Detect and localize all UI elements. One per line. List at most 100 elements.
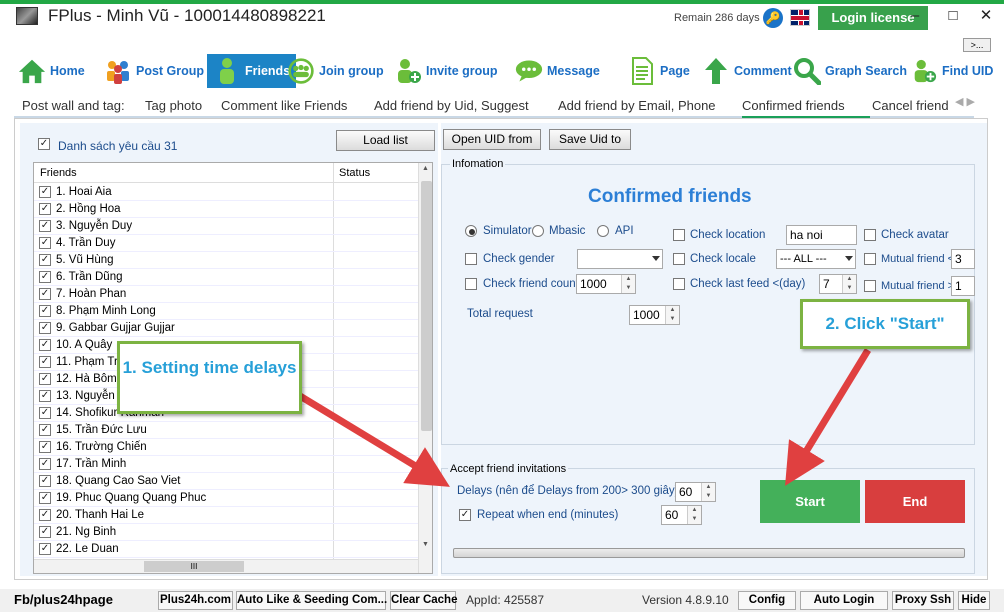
col-status-header[interactable]: Status (339, 167, 370, 179)
check-locale-checkbox[interactable] (673, 253, 685, 265)
friend-checkbox[interactable]: ✓ (39, 288, 51, 300)
vertical-scrollbar[interactable]: ▲ ▼ (418, 163, 432, 573)
friend-checkbox[interactable]: ✓ (39, 441, 51, 453)
mutual-lt-input[interactable]: 3 (951, 249, 975, 269)
friend-checkbox[interactable]: ✓ (39, 356, 51, 368)
friend-checkbox[interactable]: ✓ (39, 543, 51, 555)
simulator-radio[interactable] (465, 225, 477, 237)
locale-select[interactable]: --- ALL --- (776, 249, 856, 269)
tab-comment-like[interactable]: Comment like Friends (221, 98, 347, 113)
scroll-up-icon[interactable]: ▲ (422, 165, 429, 172)
table-row[interactable]: ✓ 21. Ng Binh (34, 524, 418, 541)
minimize-button[interactable]: – (904, 6, 926, 28)
check-gender-checkbox[interactable] (465, 253, 477, 265)
spin-arrows-icon[interactable]: ▲ ▼ (665, 306, 679, 324)
hide-button[interactable]: Hide (958, 591, 990, 610)
auto-like-button[interactable]: Auto Like & Seeding Com... (236, 591, 387, 610)
nav-invite-group[interactable]: Invite group (394, 54, 498, 88)
tab-add-friend-uid[interactable]: Add friend by Uid, Suggest (374, 98, 529, 113)
proxy-ssh-button[interactable]: Proxy Ssh (892, 591, 954, 610)
table-row[interactable]: ✓ 20. Thanh Hai Le (34, 507, 418, 524)
repeat-checkbox[interactable]: ✓ (459, 509, 471, 521)
total-request-stepper[interactable]: 1000 ▲ ▼ (629, 305, 680, 325)
friend-checkbox[interactable]: ✓ (39, 492, 51, 504)
tab-add-friend-email[interactable]: Add friend by Email, Phone (558, 98, 716, 113)
table-row[interactable]: ✓ 7. Hoàn Phan (34, 286, 418, 303)
end-button[interactable]: End (865, 480, 965, 523)
nav-join-group[interactable]: Join group (287, 54, 384, 88)
friend-checkbox[interactable]: ✓ (39, 203, 51, 215)
delays-stepper[interactable]: 60 ▲ ▼ (675, 482, 716, 502)
check-avatar-checkbox[interactable] (864, 229, 876, 241)
scroll-down-icon[interactable]: ▼ (422, 541, 429, 548)
friend-checkbox[interactable]: ✓ (39, 373, 51, 385)
load-list-button[interactable]: Load list (336, 130, 435, 151)
friend-checkbox[interactable]: ✓ (39, 220, 51, 232)
table-row[interactable]: ✓ 3. Nguyễn Duy (34, 218, 418, 235)
hscroll-thumb[interactable]: III (144, 561, 244, 572)
plus24h-button[interactable]: Plus24h.com (158, 591, 233, 610)
config-button[interactable]: Config (738, 591, 796, 610)
table-row[interactable]: ✓ 18. Quang Cao Sao Viet (34, 473, 418, 490)
horizontal-scrollbar[interactable]: III (34, 559, 418, 573)
facebook-page-link[interactable]: Fb/plus24hpage (14, 592, 113, 607)
clear-cache-button[interactable]: Clear Cache (390, 591, 457, 610)
tab-tag-photo[interactable]: Tag photo (145, 98, 202, 113)
nav-graph-search[interactable]: Graph Search (793, 54, 907, 88)
api-radio[interactable] (597, 225, 609, 237)
friend-checkbox[interactable]: ✓ (39, 458, 51, 470)
friend-checkbox[interactable]: ✓ (39, 271, 51, 283)
check-location-checkbox[interactable] (673, 229, 685, 241)
mutual-gt-checkbox[interactable] (864, 280, 876, 292)
open-uid-button[interactable]: Open UID from (443, 129, 541, 150)
tab-confirmed-friends[interactable]: Confirmed friends (742, 98, 870, 119)
repeat-stepper[interactable]: 60 ▲ ▼ (661, 505, 702, 525)
mbasic-radio[interactable] (532, 225, 544, 237)
mutual-gt-input[interactable]: 1 (951, 276, 975, 296)
more-button[interactable]: >... (963, 38, 991, 52)
spin-arrows-icon[interactable]: ▲ ▼ (621, 275, 635, 293)
scroll-thumb[interactable] (421, 181, 432, 431)
nav-page[interactable]: Page (628, 54, 690, 88)
friend-checkbox[interactable]: ✓ (39, 322, 51, 334)
friend-checkbox[interactable]: ✓ (39, 407, 51, 419)
last-feed-stepper[interactable]: 7 ▲ ▼ (819, 274, 857, 294)
friend-checkbox[interactable]: ✓ (39, 509, 51, 521)
friend-checkbox[interactable]: ✓ (39, 424, 51, 436)
table-row[interactable]: ✓ 1. Hoai Aia (34, 184, 418, 201)
table-row[interactable]: ✓ 2. Hồng Hoa (34, 201, 418, 218)
uk-flag-icon[interactable] (790, 9, 810, 26)
tab-scroll-arrows[interactable]: ◀ ▶ (955, 95, 975, 108)
friend-checkbox[interactable]: ✓ (39, 526, 51, 538)
key-icon[interactable]: 🔑 (763, 8, 783, 28)
nav-home[interactable]: Home (18, 54, 85, 88)
table-row[interactable]: ✓ 8. Phạm Minh Long (34, 303, 418, 320)
nav-comment[interactable]: Comment (702, 54, 792, 88)
col-friends-header[interactable]: Friends (40, 167, 77, 179)
nav-friends[interactable]: Friends (207, 54, 297, 88)
nav-post-group[interactable]: Post Group (104, 54, 204, 88)
spin-arrows-icon[interactable]: ▲ ▼ (687, 506, 701, 524)
table-row[interactable]: ✓ 9. Gabbar Gujjar Gujjar (34, 320, 418, 337)
table-row[interactable]: ✓ 16. Trường Chiến (34, 439, 418, 456)
friend-checkbox[interactable]: ✓ (39, 305, 51, 317)
save-uid-button[interactable]: Save Uid to (549, 129, 631, 150)
tab-cancel-friend[interactable]: Cancel friend (872, 98, 954, 113)
table-row[interactable]: ✓ 17. Trần Minh (34, 456, 418, 473)
friend-count-stepper[interactable]: 1000 ▲ ▼ (576, 274, 636, 294)
friend-checkbox[interactable]: ✓ (39, 254, 51, 266)
check-last-feed-checkbox[interactable] (673, 278, 685, 290)
table-row[interactable]: ✓ 5. Vũ Hùng (34, 252, 418, 269)
check-friend-count-checkbox[interactable] (465, 278, 477, 290)
maximize-button[interactable]: □ (942, 6, 964, 28)
friend-checkbox[interactable]: ✓ (39, 339, 51, 351)
mutual-lt-checkbox[interactable] (864, 253, 876, 265)
friend-checkbox[interactable]: ✓ (39, 390, 51, 402)
start-button[interactable]: Start (760, 480, 860, 523)
location-input[interactable]: ha noi (786, 225, 857, 245)
spin-arrows-icon[interactable]: ▲ ▼ (842, 275, 856, 293)
table-row[interactable]: ✓ 4. Trần Duy (34, 235, 418, 252)
friend-checkbox[interactable]: ✓ (39, 475, 51, 487)
nav-find-uid[interactable]: Find UID (910, 54, 993, 88)
friend-checkbox[interactable]: ✓ (39, 237, 51, 249)
